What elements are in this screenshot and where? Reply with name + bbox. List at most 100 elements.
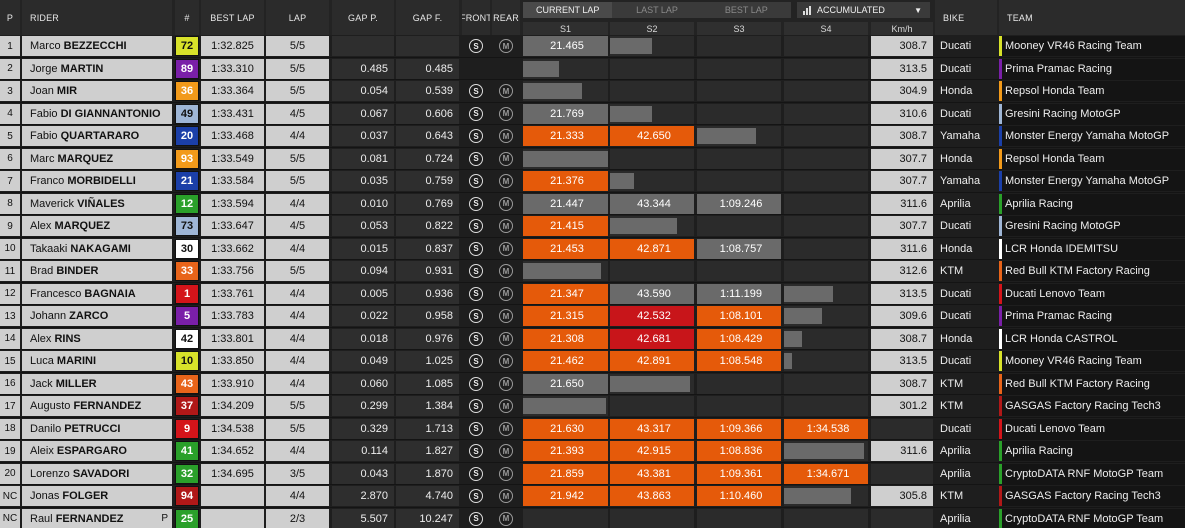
rider-name-cell: Alex MARQUEZ [22,216,172,236]
front-tyre-cell: S [462,464,490,484]
position-cell: 5 [0,126,20,146]
speed-cell: 307.7 [871,171,933,191]
rider-last-name: MARINI [56,355,97,367]
front-tyre-cell [462,59,490,79]
rider-first-name: Jack [30,377,53,390]
table-row[interactable]: 6 Marc MARQUEZ 93 1:33.549 5/5 0.081 0.724 S M 30… [0,147,1185,170]
table-row[interactable]: 8 Maverick VIÑALES 12 1:33.594 4/4 0.010 0.769… [0,192,1185,215]
sector-progress-bar [610,173,634,189]
rider-last-name: FERNANDEZ [73,400,142,412]
sector-2-cell [610,171,694,191]
sector-3-cell [697,103,781,124]
soft-tyre-icon: S [469,489,483,503]
position-cell: 10 [0,238,20,259]
table-row[interactable]: 18 Danilo PETRUCCI 9 1:34.538 5/5 0.329 1.713 S… [0,417,1185,440]
lap-count-cell: 2/3 [266,508,329,528]
table-row[interactable]: 13 Johann ZARCO 5 1:33.783 4/4 0.022 0.958 S M 21… [0,305,1185,328]
best-lap-cell: 1:34.209 [201,396,264,416]
table-row[interactable]: 15 Luca MARINI 10 1:33.850 4/4 0.049 1.025 S M 21… [0,350,1185,373]
soft-tyre-icon: S [469,106,483,121]
rider-name-cell: Marc MARQUEZ [22,148,172,169]
rider-number-badge: 33 [175,261,199,281]
team-cell: GASGAS Factory Racing Tech3 [999,486,1185,506]
sector-3-cell: 1:08.757 [697,238,781,259]
rider-last-name: MARQUEZ [57,152,114,165]
table-row[interactable]: 9 Alex MARQUEZ 73 1:33.647 4/5 0.053 0.822 S M 21… [0,215,1185,238]
table-row[interactable]: 2 Jorge MARTIN 89 1:33.310 5/5 0.485 0.485 313.… [0,57,1185,80]
sector-time: 1:08.836 [719,445,763,457]
speed-cell [871,418,933,439]
team-color-stripe [999,261,1002,281]
tab-current-lap[interactable]: CURRENT LAP [523,2,613,18]
sector-1-cell: 21.315 [523,306,608,326]
position-cell: 7 [0,171,20,191]
rear-tyre-cell: M [492,284,520,304]
rider-number-badge: 1 [175,283,199,304]
position-cell: 6 [0,148,20,169]
lap-count-cell: 4/4 [266,283,329,304]
front-tyre-cell: S [462,194,490,214]
timing-header: P RIDER # BEST LAP LAP GAP P. GAP F. FRO… [0,0,1185,35]
sector-2-cell [610,216,694,236]
soft-tyre-icon: S [469,286,483,301]
sector-4-cell [784,238,868,259]
table-row[interactable]: 5 Fabio QUARTARARO 20 1:33.468 4/4 0.037 0.643… [0,125,1185,148]
position-cell: 20 [0,463,20,484]
gap-previous-cell: 0.114 [332,441,394,461]
sector-3-cell: 1:08.101 [697,306,781,326]
team-cell: CryptoDATA RNF MotoGP Team [999,508,1185,528]
table-row[interactable]: NC Raul FERNANDEZ P 25 2/3 5.507 10.247 S M April… [0,507,1185,528]
medium-tyre-icon: M [499,376,513,391]
bike-cell: KTM [935,373,997,394]
medium-tyre-icon: M [499,241,513,256]
sector-3-cell [697,261,781,281]
rider-first-name: Jonas [30,490,60,502]
rider-number-badge: 12 [175,193,199,214]
table-row[interactable]: 4 Fabio DI GIANNANTONIO 49 1:33.431 4/5 0.067… [0,102,1185,125]
sector-1-cell: 21.415 [523,216,608,236]
sector-1-cell: 21.376 [523,171,608,191]
best-lap-cell: 1:32.825 [201,36,264,56]
table-row[interactable]: 3 Joan MIR 36 1:33.364 5/5 0.054 0.539 S M 304.9 H… [0,80,1185,103]
table-row[interactable]: 16 Jack MILLER 43 1:33.910 4/4 0.060 1.085 S M 21… [0,372,1185,395]
bar-chart-icon [803,5,812,15]
sector-time: 21.769 [550,107,584,120]
rear-tyre-cell: M [492,509,520,528]
gap-first-cell: 0.958 [396,306,459,326]
table-row[interactable]: 14 Alex RINS 42 1:33.801 4/4 0.018 0.976 S M 21.3… [0,327,1185,350]
table-row[interactable]: NC Jonas FOLGER 94 4/4 2.870 4.740 S M 21.942 43.… [0,485,1185,508]
sector-1-cell [523,261,608,281]
bike-cell: Aprilia [935,441,997,461]
table-row[interactable]: 20 Lorenzo SAVADORI 32 1:34.695 3/5 0.043 1.87… [0,462,1185,485]
tab-last-lap[interactable]: LAST LAP [612,2,701,18]
soft-tyre-icon: S [469,421,483,436]
sector-2-cell [610,103,694,124]
rider-name-cell: Jorge MARTIN [22,58,172,79]
sector-time: 42.891 [637,355,671,367]
sector-progress-bar [610,218,677,234]
sector-progress-bar [523,263,601,279]
sector-1-cell: 21.447 [523,193,608,214]
table-row[interactable]: 11 Brad BINDER 33 1:33.756 5/5 0.094 0.931 S M 31… [0,260,1185,283]
table-row[interactable]: 12 Francesco BAGNAIA 1 1:33.761 4/4 0.005 0.93… [0,282,1185,305]
lap-count-cell: 4/4 [266,193,329,214]
gap-first-cell: 0.724 [396,148,459,169]
table-row[interactable]: 1 Marco BEZZECCHI 72 1:32.825 5/5 S M 21.465 308… [0,35,1185,58]
sector-1-cell: 21.453 [523,238,608,259]
rider-name-cell: Johann ZARCO [22,306,172,326]
bike-cell: Yamaha [935,171,997,191]
rider-name-cell: Luca MARINI [22,351,172,371]
speed-cell: 311.6 [871,238,933,259]
col-lap-header: LAP [266,0,329,35]
table-row[interactable]: 17 Augusto FERNANDEZ 37 1:34.209 5/5 0.299 1.3… [0,395,1185,418]
sector-1-cell: 21.859 [523,463,608,484]
table-row[interactable]: 7 Franco MORBIDELLI 21 1:33.584 5/5 0.035 0.75… [0,170,1185,193]
table-row[interactable]: 10 Takaaki NAKAGAMI 30 1:33.662 4/4 0.015 0.83… [0,237,1185,260]
tab-best-lap[interactable]: BEST LAP [702,2,791,18]
table-row[interactable]: 19 Aleix ESPARGARO 41 1:34.652 4/4 0.114 1.827… [0,440,1185,463]
speed-cell: 311.6 [871,193,933,214]
gap-previous-cell: 0.005 [332,283,394,304]
accumulated-dropdown[interactable]: ACCUMULATED ▼ [797,2,930,18]
sector-4-cell [784,283,868,304]
col-gap-first-header: GAP F. [396,0,459,35]
